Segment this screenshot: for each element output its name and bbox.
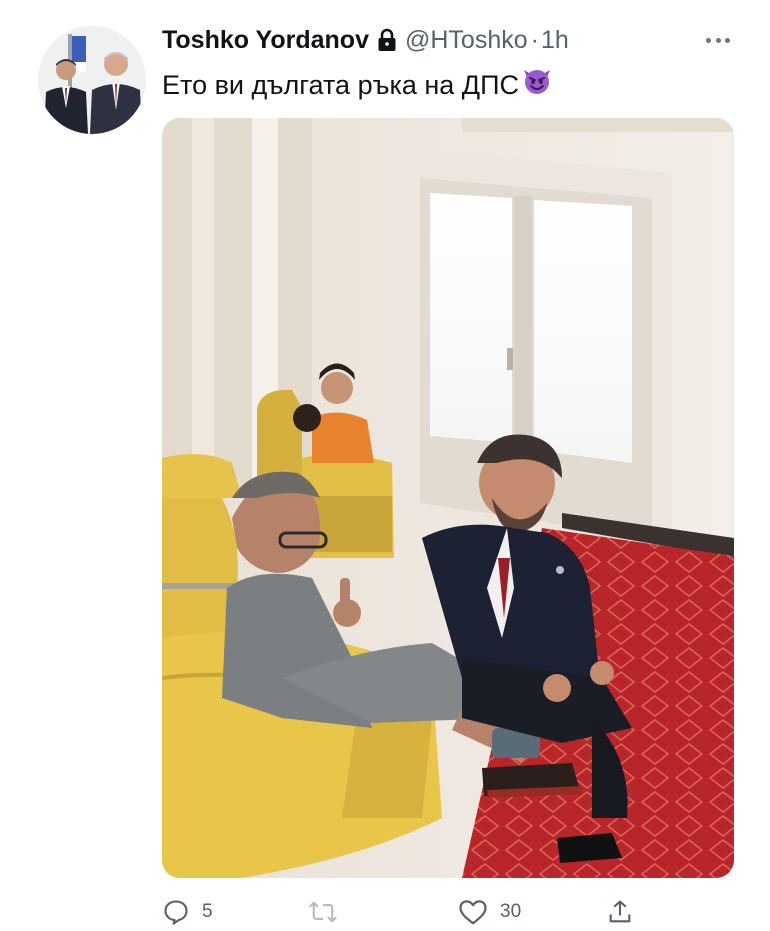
more-dot-icon [706,37,711,43]
tweet-text-content: Ето ви дългата ръка на ДПС [162,69,519,100]
tweet-text: Ето ви дългата ръка на ДПС [162,64,553,105]
more-dot-icon [725,37,730,43]
separator-dot: · [530,26,539,54]
reply-icon [164,900,188,925]
avatar[interactable] [38,26,146,134]
reply-count: 5 [202,901,213,922]
more-dot-icon [715,37,721,43]
heart-icon [459,900,487,925]
user-handle[interactable]: @HToshko [405,24,528,56]
lock-icon [377,28,397,52]
retweet-button[interactable] [308,897,350,927]
share-icon [609,900,631,923]
avatar-image [38,26,146,134]
tweet-header: Toshko Yordanov @HToshko · 1h [162,24,569,56]
like-count: 30 [500,901,522,922]
like-button[interactable]: 30 [458,897,521,927]
timestamp[interactable]: 1h [541,24,569,56]
retweet-icon [308,901,338,923]
share-button[interactable] [606,897,634,927]
more-options-button[interactable] [700,28,736,52]
photo-illustration [162,118,734,878]
display-name[interactable]: Toshko Yordanov [162,24,369,56]
reply-button[interactable]: 5 [162,897,213,927]
smiling-face-with-horns-icon [521,64,553,105]
tweet-photo[interactable] [162,118,734,878]
